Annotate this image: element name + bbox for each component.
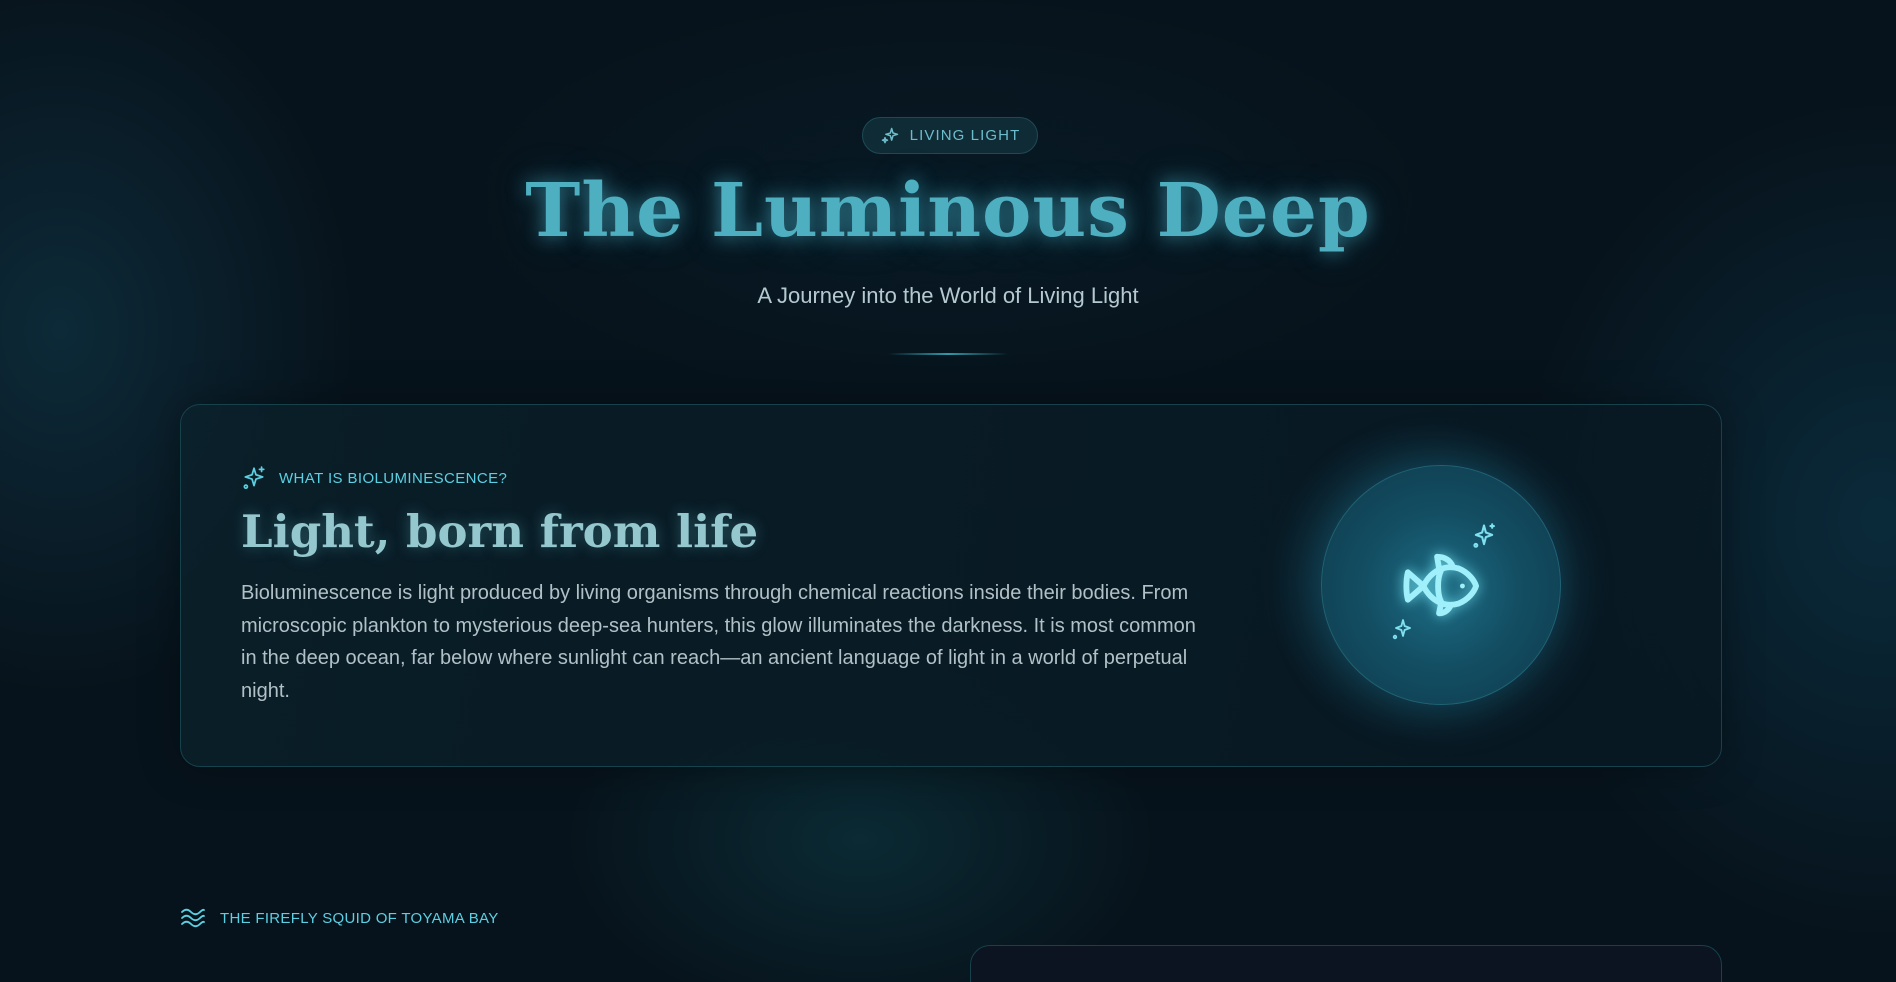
intro-eyebrow: WHAT IS BIOLUMINESCENCE? [241,465,507,491]
sparkles-icon [881,127,898,143]
page: LIVING LIGHT The Luminous Deep A Journey… [0,0,1896,982]
fish-icon [1403,553,1480,617]
fish-orb [1321,465,1561,705]
intro-card-body: Bioluminescence is light produced by liv… [241,582,1196,702]
firefly-squid-card [970,945,1722,982]
hero-badge: LIVING LIGHT [862,117,1038,154]
waves-icon [181,908,205,928]
page-subtitle: A Journey into the World of Living Light [757,283,1139,308]
section-eyebrow-firefly-squid: THE FIREFLY SQUID OF TOYAMA BAY [180,907,499,929]
intro-eyebrow-label: WHAT IS BIOLUMINESCENCE? [279,469,508,487]
page-title: The Luminous Deep [525,168,1371,254]
sparkle-icon [1473,523,1495,548]
sparkle-icon [1392,619,1411,640]
intro-card: WHAT IS BIOLUMINESCENCE? Light, born fro… [180,404,1722,767]
sparkles-icon [243,466,265,490]
divider [888,353,1008,355]
section-eyebrow-label: THE FIREFLY SQUID OF TOYAMA BAY [220,909,499,927]
intro-card-title: Light, born from life [241,505,759,558]
hero-badge-label: LIVING LIGHT [909,127,1021,144]
